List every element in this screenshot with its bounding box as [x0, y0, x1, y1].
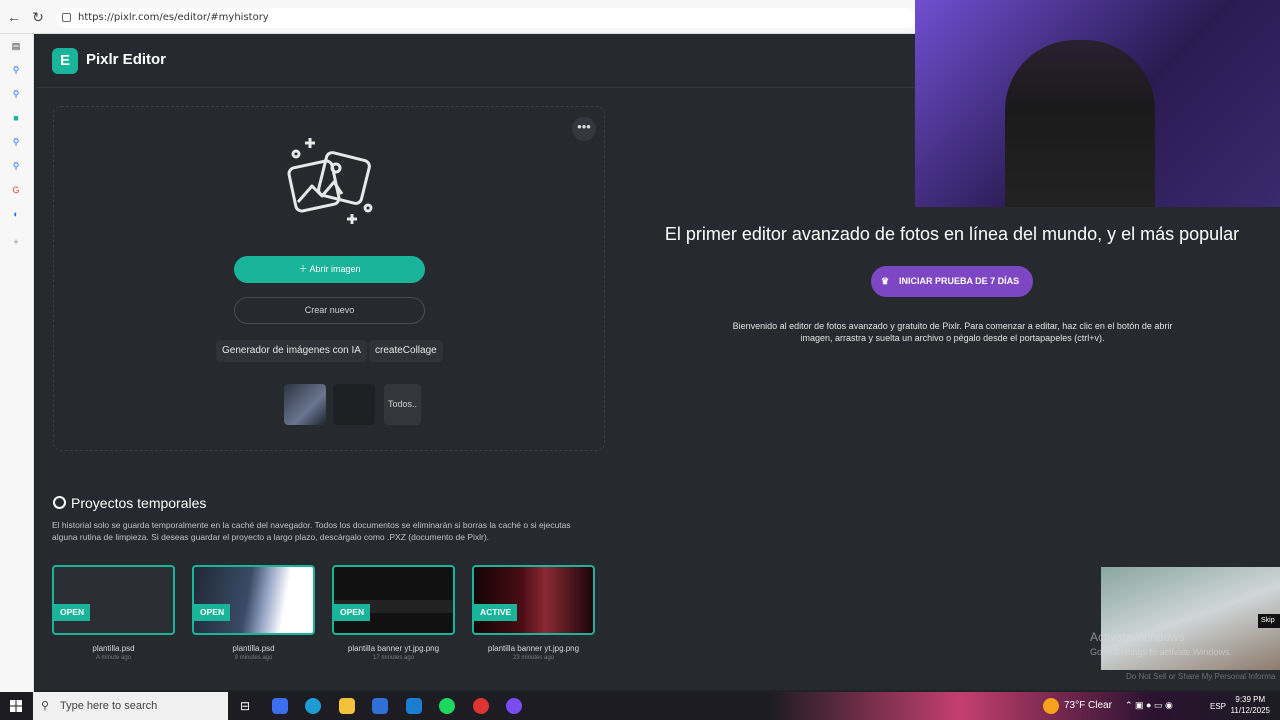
task-view-icon[interactable]: ⊟	[237, 698, 253, 714]
all-recent-button[interactable]: Todos..	[384, 384, 421, 425]
more-options-icon[interactable]: •••	[572, 117, 596, 141]
open-image-button[interactable]: ＋ Abrir imagen	[234, 256, 425, 283]
search-icon[interactable]: ⚲	[10, 88, 22, 100]
windows-start-icon[interactable]	[10, 700, 22, 712]
edge-icon[interactable]: ◐	[10, 208, 22, 220]
project-badge: OPEN	[334, 604, 371, 621]
crown-icon: ♛	[881, 276, 890, 286]
spotify-icon[interactable]	[439, 698, 455, 714]
recent-image-thumb[interactable]	[284, 384, 326, 425]
site-info-icon[interactable]	[62, 13, 71, 22]
search-icon[interactable]: ⚲	[10, 136, 22, 148]
taskbar-search[interactable]: ⚲ Type here to search	[33, 692, 228, 720]
pixlr-tab-icon[interactable]: ■	[10, 112, 22, 124]
project-time: A minute ago	[95, 655, 132, 661]
create-collage-chip[interactable]: createCollage	[369, 340, 443, 362]
project-name: plantilla.psd	[232, 644, 275, 653]
project-name: plantilla banner yt.jpg.png	[487, 644, 580, 653]
recent-image-thumb[interactable]	[333, 384, 375, 425]
project-time: 9 minutes ago	[234, 655, 273, 661]
search-icon[interactable]: ⚲	[10, 64, 22, 76]
url-text: https://pixlr.com/es/editor/#myhistory	[78, 12, 269, 23]
app-title: Pixlr Editor	[86, 51, 167, 68]
tab-actions-icon[interactable]: ▤	[10, 40, 22, 52]
streamer-figure	[1005, 40, 1155, 207]
clock-date: 11/12/2025	[1230, 706, 1270, 715]
activate-windows-title: Activate Windows	[1090, 630, 1185, 644]
system-clock[interactable]: 9:39 PM 11/12/2025	[1231, 694, 1270, 716]
project-thumbnail[interactable]: ACTIVE	[472, 565, 595, 635]
ai-generator-chip[interactable]: Generador de imágenes con IA	[216, 340, 367, 362]
project-name: plantilla.psd	[92, 644, 135, 653]
browser-sidebar: ▤ ⚲ ⚲ ■ ⚲ ⚲ G ◐ +	[0, 34, 34, 692]
obs-icon[interactable]	[473, 698, 489, 714]
project-badge: OPEN	[194, 604, 231, 621]
store-icon[interactable]	[372, 698, 388, 714]
search-icon: ⚲	[41, 700, 50, 712]
file-explorer-icon[interactable]	[339, 698, 355, 714]
open-image-label: Abrir imagen	[309, 264, 361, 274]
history-note: El historial solo se guarda temporalment…	[52, 520, 571, 542]
edge-icon[interactable]	[305, 698, 321, 714]
project-thumbnail[interactable]: OPEN	[192, 565, 315, 635]
add-icon[interactable]: +	[10, 236, 22, 248]
tray-icons[interactable]: ⌃ ▣ ● ▭ ◉	[1125, 700, 1173, 711]
copilot-icon[interactable]	[272, 698, 288, 714]
search-icon[interactable]: ⚲	[10, 160, 22, 172]
taskbar: ⚲ Type here to search ⊟ 73°F Clear ⌃ ▣ ●…	[0, 692, 1280, 720]
weather-text[interactable]: 73°F Clear	[1064, 700, 1112, 711]
webcam-overlay	[915, 0, 1280, 207]
start-trial-button[interactable]: ♛ INICIAR PRUEBA DE 7 DÍAS	[871, 266, 1033, 297]
weather-icon[interactable]	[1043, 698, 1059, 714]
project-time: 17 minutes ago	[372, 655, 415, 661]
project-card[interactable]: OPEN plantilla.psd 9 minutes ago	[192, 565, 315, 661]
project-badge: ACTIVE	[474, 604, 518, 621]
project-card[interactable]: OPEN plantilla banner yt.jpg.png 17 minu…	[332, 565, 455, 661]
taskbar-search-placeholder: Type here to search	[60, 700, 158, 712]
project-card[interactable]: ACTIVE plantilla banner yt.jpg.png 23 mi…	[472, 565, 595, 661]
reload-icon[interactable]: ↻	[30, 9, 46, 25]
open-image-panel: ••• ＋ Abrir imagen Crear nuevo Generador…	[53, 106, 605, 451]
discord-icon[interactable]	[506, 698, 522, 714]
promo-description: Bienvenido al editor de fotos avanzado y…	[732, 321, 1173, 343]
do-not-sell-link[interactable]: Do Not Sell or Share My Personal Informa	[1126, 672, 1275, 681]
project-thumbnail[interactable]: OPEN	[52, 565, 175, 635]
history-clock-icon	[53, 496, 66, 509]
project-card[interactable]: OPEN plantilla.psd A minute ago	[52, 565, 175, 661]
plus-icon: ＋	[298, 264, 310, 274]
address-bar[interactable]: https://pixlr.com/es/editor/#myhistory	[56, 8, 916, 28]
language-indicator[interactable]: ESP	[1210, 702, 1226, 711]
section-title: Proyectos temporales	[71, 495, 207, 511]
project-thumbnail[interactable]: OPEN	[332, 565, 455, 635]
promo-title: El primer editor avanzado de fotos en lí…	[664, 224, 1240, 244]
trial-label: INICIAR PRUEBA DE 7 DÍAS	[899, 276, 1020, 286]
create-new-button[interactable]: Crear nuevo	[234, 297, 425, 324]
project-badge: OPEN	[54, 604, 91, 621]
project-time: 23 minutes ago	[512, 655, 555, 661]
images-hero-icon	[287, 138, 373, 224]
skip-ad-button[interactable]: Skip	[1258, 614, 1280, 628]
outlook-icon[interactable]	[406, 698, 422, 714]
back-icon[interactable]: ←	[6, 9, 22, 25]
pixlr-logo-icon: E	[52, 48, 78, 74]
google-icon[interactable]: G	[10, 184, 22, 196]
project-name: plantilla banner yt.jpg.png	[347, 644, 440, 653]
clock-time: 9:39 PM	[1235, 695, 1266, 704]
activate-windows-subtitle: Go to Settings to activate Windows.	[1090, 647, 1233, 657]
